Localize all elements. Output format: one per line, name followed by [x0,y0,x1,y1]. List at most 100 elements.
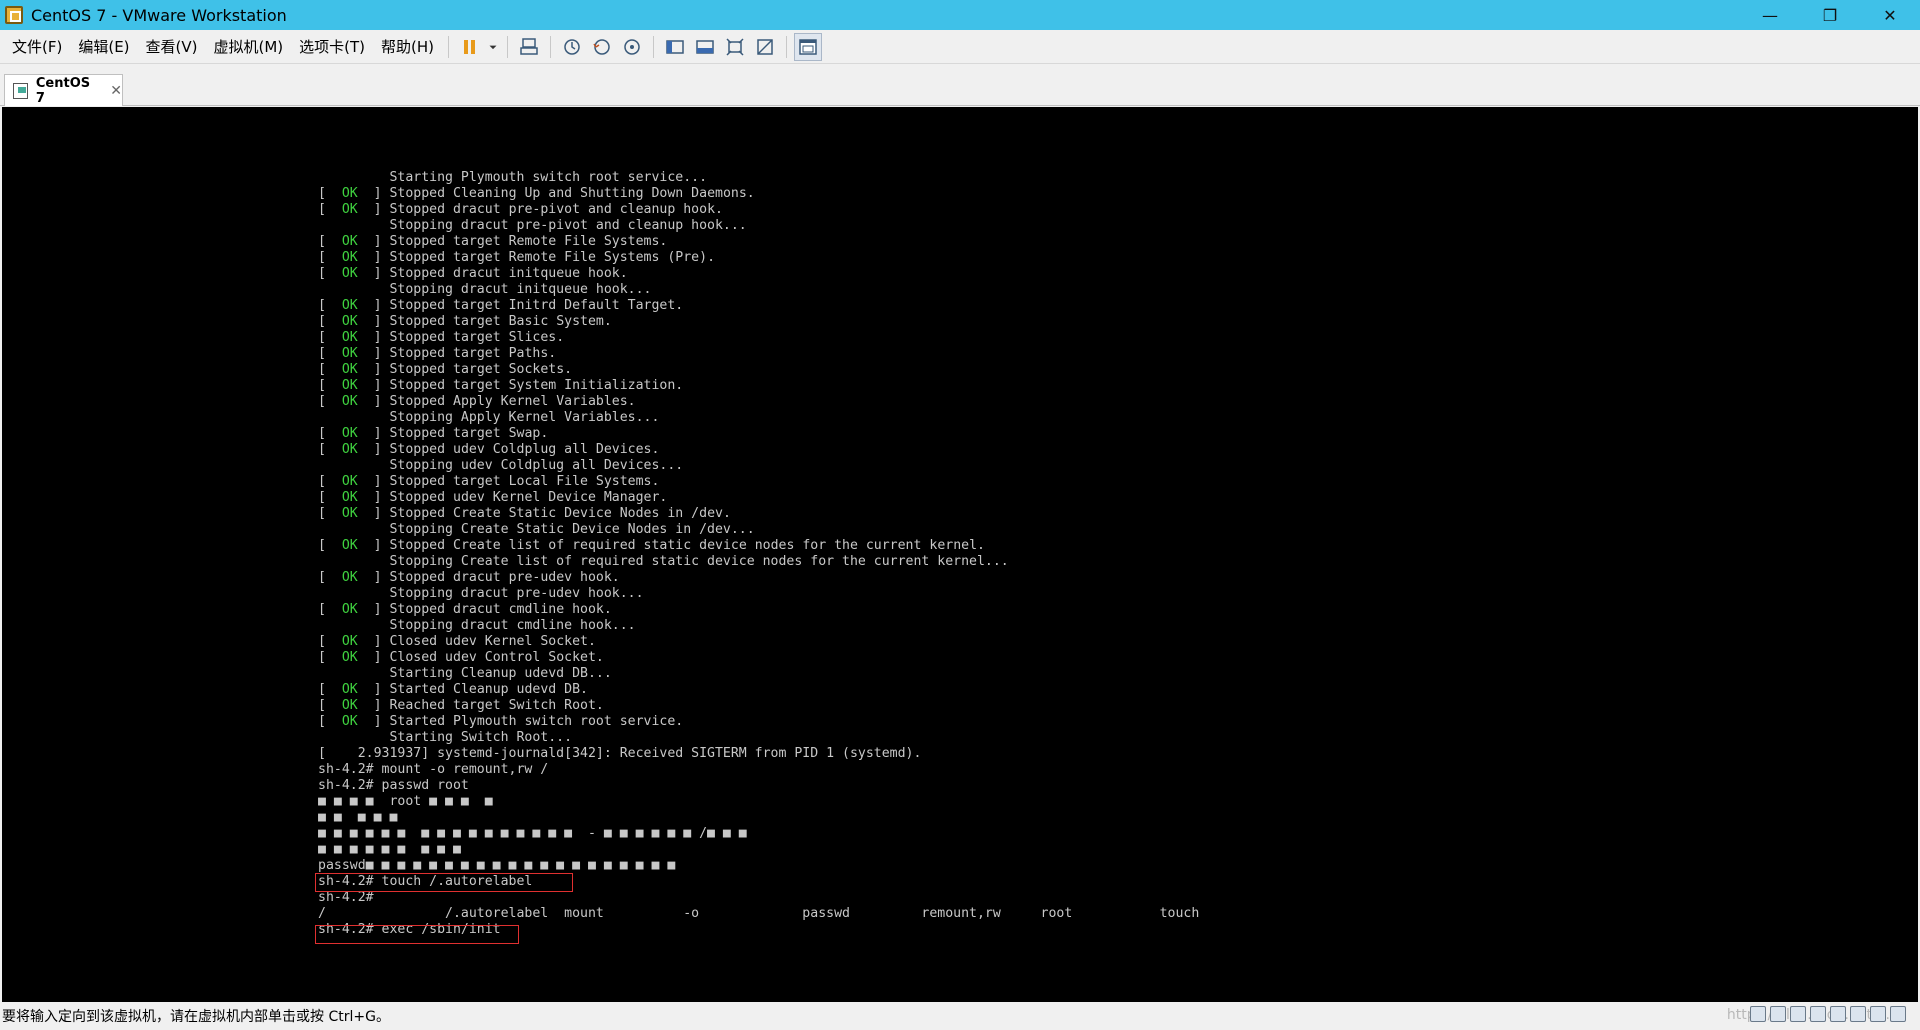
bracket-open: [ [318,474,342,489]
console-line-text: sh-4.2# [318,890,374,905]
status-bar: 要将输入定向到该虚拟机，请在虚拟机内部单击或按 Ctrl+G。 https://… [0,1002,1920,1030]
console-line-text: ■ ■ ■ ■ ■ [318,810,398,825]
console-line-text: Stopped target Remote File Systems. [389,234,668,249]
menu-vm[interactable]: 虚拟机(M) [206,30,292,64]
bracket-open: [ [318,346,342,361]
console-line: [ 2.931937] systemd-journald[342]: Recei… [318,746,1199,762]
ok-status: OK [341,186,358,201]
thumbnail-view-button[interactable] [691,33,719,61]
console-line-text: Stopping dracut pre-udev hook... [318,586,644,601]
console-line: sh-4.2# mount -o remount,rw / [318,762,1199,778]
menu-edit[interactable]: 编辑(E) [70,30,137,64]
printer-icon[interactable] [1850,1006,1866,1022]
snapshot-manager-button[interactable] [618,33,646,61]
tab-centos-7[interactable]: CentOS 7 ✕ [4,74,123,106]
bracket-open: [ [318,602,342,617]
toolbar-separator [653,35,655,58]
bracket-close: ] [357,506,390,521]
console-view-button[interactable] [794,32,823,61]
bracket-open: [ [318,570,342,585]
bracket-open: [ [318,714,342,729]
console-line: Starting Cleanup udevd DB... [318,666,1199,682]
fullscreen-button[interactable] [721,33,749,61]
bracket-close: ] [357,362,390,377]
power-dropdown-button[interactable] [486,33,500,61]
close-button[interactable]: ✕ [1860,0,1920,30]
bracket-close: ] [357,682,390,697]
bracket-open: [ [318,506,342,521]
usb-controller-icon[interactable] [1810,1006,1826,1022]
console-line: ■ ■ ■ ■ ■ [318,810,1199,826]
console-line-text: [ 2.931937] systemd-journald[342]: Recei… [318,746,922,761]
console-line-text: Stopped Create Static Device Nodes in /d… [389,506,731,521]
bracket-close: ] [357,490,390,505]
sidebar-view-icon [666,39,684,54]
console-line-text: Stopping Create Static Device Nodes in /… [318,522,755,537]
ok-status: OK [341,442,358,457]
bracket-open: [ [318,186,342,201]
chevron-down-icon [489,45,497,49]
console-line-text: passwd■ ■ ■ ■ ■ ■ ■ ■ ■ ■ ■ ■ ■ ■ ■ ■ ■ … [318,858,676,873]
console-line: [ OK ] Stopped dracut cmdline hook. [318,602,1199,618]
ok-status: OK [341,490,358,505]
console-line-text: Stopped Cleaning Up and Shutting Down Da… [389,186,755,201]
restore-button[interactable]: ❐ [1800,0,1860,30]
console-line: [ OK ] Stopped Cleaning Up and Shutting … [318,186,1199,202]
ok-status: OK [341,266,358,281]
highlight-exec-sbin-init [315,925,519,944]
menu-view[interactable]: 查看(V) [138,30,206,64]
revert-snapshot-button[interactable] [588,33,616,61]
snapshot-button[interactable] [558,33,586,61]
ok-status: OK [341,394,358,409]
bracket-close: ] [357,202,390,217]
console-line: / /.autorelabel mount -o passwd remount,… [318,906,1199,922]
bracket-open: [ [318,394,342,409]
ok-status: OK [341,202,358,217]
console-line-text: Stopped udev Kernel Device Manager. [389,490,668,505]
menu-tabs[interactable]: 选项卡(T) [291,30,373,64]
console-line-text: Stopped dracut pre-udev hook. [389,570,620,585]
send-ctrl-alt-del-button[interactable] [515,33,543,61]
bracket-open: [ [318,426,342,441]
terminal-output: Starting Plymouth switch root service...… [318,170,1199,938]
library-view-button[interactable] [661,33,689,61]
console-line-text: ■ ■ ■ ■ ■ ■ ■ ■ ■ ■ ■ ■ ■ ■ ■ ■ - ■ ■ ■ … [318,826,747,841]
menu-file[interactable]: 文件(F) [4,30,70,64]
console-line: [ OK ] Stopped target System Initializat… [318,378,1199,394]
tab-close-icon[interactable]: ✕ [110,83,122,99]
minimize-button[interactable]: — [1740,0,1800,30]
console-line: [ OK ] Stopped Create list of required s… [318,538,1199,554]
console-line: Starting Switch Root... [318,730,1199,746]
console-line: Stopping dracut pre-pivot and cleanup ho… [318,218,1199,234]
message-log-icon[interactable] [1890,1006,1906,1022]
display-icon[interactable] [1870,1006,1886,1022]
ok-status: OK [341,378,358,393]
menu-help[interactable]: 帮助(H) [373,30,442,64]
highlight-touch-autorelabel [315,873,573,892]
pause-button[interactable] [456,33,484,61]
bracket-open: [ [318,682,342,697]
bracket-close: ] [357,714,390,729]
network-adapter-icon[interactable] [1790,1006,1806,1022]
bracket-open: [ [318,442,342,457]
bracket-close: ] [357,346,390,361]
tab-label: CentOS 7 [35,75,91,106]
sound-card-icon[interactable] [1830,1006,1846,1022]
console-line: Stopping dracut pre-udev hook... [318,586,1199,602]
console-line-text: Reached target Switch Root. [389,698,604,713]
console-line: [ OK ] Stopped target Initrd Default Tar… [318,298,1199,314]
menu-toolbar: 文件(F) 编辑(E) 查看(V) 虚拟机(M) 选项卡(T) 帮助(H) [0,30,1920,64]
bracket-close: ] [357,250,390,265]
console-line: [ OK ] Stopped dracut pre-pivot and clea… [318,202,1199,218]
console-line-text: Stopped target Slices. [389,330,565,345]
unity-button[interactable] [751,33,779,61]
vm-console[interactable]: Starting Plymouth switch root service...… [2,107,1918,1002]
console-line-text: Closed udev Control Socket. [389,650,604,665]
cd-dvd-icon[interactable] [1770,1006,1786,1022]
title-bar: CentOS 7 - VMware Workstation — ❐ ✕ [0,0,1920,30]
hard-disk-icon[interactable] [1750,1006,1766,1022]
console-line-text: Stopping dracut initqueue hook... [318,282,652,297]
console-line-text: sh-4.2# mount -o remount,rw / [318,762,549,777]
console-line-text: Stopping udev Coldplug all Devices... [318,458,684,473]
console-line-text: Stopped target Remote File Systems (Pre)… [389,250,716,265]
